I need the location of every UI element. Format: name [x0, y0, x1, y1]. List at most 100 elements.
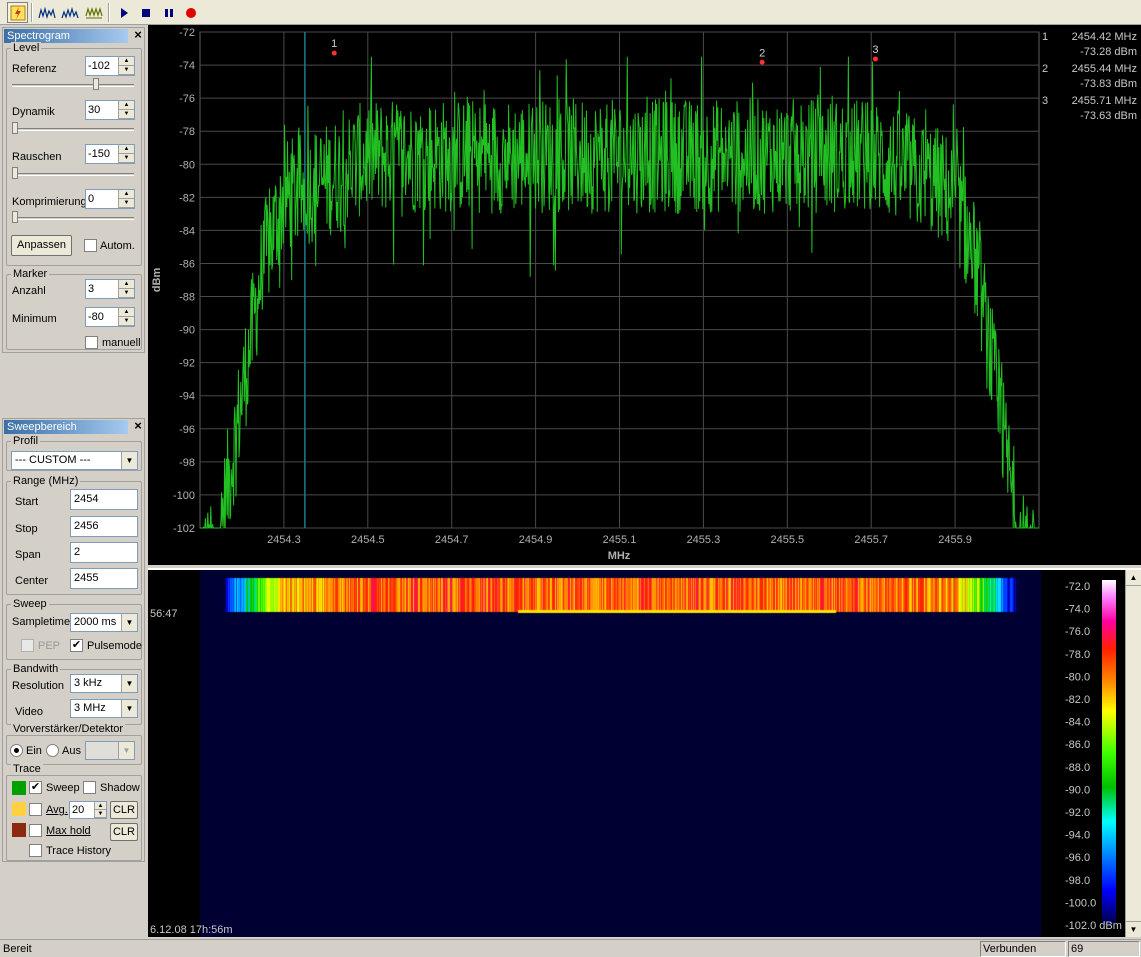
waterfall-panel: 56:47 6.12.08 17h:56m -72.0 -74.0 -76.0 -78…: [148, 568, 1141, 937]
autom-checkbox[interactable]: [84, 239, 97, 252]
dynamik-label: Dynamik: [12, 106, 55, 118]
scroll-up-icon[interactable]: ▲: [1126, 570, 1141, 586]
spin-down-icon[interactable]: ▼: [119, 199, 134, 208]
video-select[interactable]: 3 MHz ▼: [70, 699, 138, 718]
pause-icon[interactable]: [158, 2, 179, 23]
avg-clr-button[interactable]: CLR: [110, 801, 138, 819]
spectrum-chart[interactable]: -72 -74 -76 -78 -80 -82 -84 -86 -88 -90 -92 -94 -96 -…: [148, 25, 1041, 565]
spin-up-icon[interactable]: ▲: [119, 101, 134, 110]
spin-down-icon[interactable]: ▼: [119, 289, 134, 298]
aus-radio[interactable]: [46, 744, 59, 757]
sweep-mode-2-icon[interactable]: [59, 2, 80, 23]
scroll-down-icon[interactable]: ▼: [1126, 921, 1141, 937]
chevron-down-icon[interactable]: ▼: [121, 700, 137, 717]
sweep-color-swatch[interactable]: [12, 781, 26, 795]
close-icon[interactable]: ×: [132, 28, 144, 42]
avg-color-swatch[interactable]: [12, 802, 26, 816]
avg-checkbox[interactable]: [29, 803, 42, 816]
sweep-checkbox[interactable]: ✔: [29, 781, 42, 794]
connection-status: Verbunden: [980, 941, 1066, 957]
pep-checkbox[interactable]: [21, 639, 34, 652]
maxhold-clr-button[interactable]: CLR: [110, 823, 138, 841]
komprimierung-spinner[interactable]: 0 ▲ ▼: [85, 189, 135, 209]
colorbar-tick-label: -102.0 dBm: [1065, 920, 1122, 932]
marker-readout-row: 2 2455.44 MHz -73.83 dBm: [1041, 63, 1137, 93]
start-input[interactable]: 2454: [70, 489, 138, 510]
y-tick-label: -88: [179, 292, 195, 304]
x-axis-ticks: 2454.3 2454.5 2454.7 2454.9 2455.1 2455.3 2455…: [267, 534, 972, 546]
center-input[interactable]: 2455: [70, 568, 138, 589]
sweep-mode-3-icon[interactable]: [83, 2, 104, 23]
colorbar-tick-label: -90.0: [1065, 784, 1090, 796]
anzahl-spinner[interactable]: 3 ▲ ▼: [85, 279, 135, 299]
pulsemode-checkbox[interactable]: ✔: [70, 639, 83, 652]
ein-radio[interactable]: [10, 744, 23, 757]
pulsemode-label: Pulsemode: [87, 640, 143, 652]
spin-down-icon[interactable]: ▼: [119, 317, 134, 326]
aus-label: Aus: [62, 745, 81, 757]
slider-thumb[interactable]: [12, 211, 18, 223]
detector-select[interactable]: ▼: [85, 741, 135, 760]
chevron-down-icon[interactable]: ▼: [121, 452, 137, 469]
chevron-down-icon[interactable]: ▼: [121, 614, 137, 631]
rauschen-value: -150: [88, 148, 111, 160]
shadow-checkbox[interactable]: [83, 781, 96, 794]
slider-thumb[interactable]: [93, 78, 100, 90]
komprimierung-slider[interactable]: [12, 211, 134, 223]
rauschen-slider[interactable]: [12, 167, 134, 179]
resolution-select[interactable]: 3 kHz ▼: [70, 674, 138, 693]
sampletime-select[interactable]: 2000 ms ▼: [70, 613, 138, 632]
y-axis-label: dBm: [151, 268, 163, 293]
spin-down-icon[interactable]: ▼: [95, 810, 106, 818]
profil-select[interactable]: --- CUSTOM --- ▼: [11, 451, 138, 470]
spin-down-icon[interactable]: ▼: [119, 154, 134, 163]
record-icon[interactable]: [180, 2, 201, 23]
sweep-panel-title: Sweepbereich: [4, 420, 128, 434]
stop-input[interactable]: 2456: [70, 516, 138, 537]
spin-up-icon[interactable]: ▲: [95, 802, 106, 810]
anpassen-button[interactable]: Anpassen: [11, 235, 72, 256]
marker-index: 1: [1042, 31, 1049, 43]
colorbar-gradient: [1102, 580, 1116, 925]
spin-up-icon[interactable]: ▲: [119, 308, 134, 317]
maxhold-color-swatch[interactable]: [12, 823, 26, 837]
autom-label: Autom.: [100, 240, 135, 252]
slider-thumb[interactable]: [12, 167, 18, 179]
referenz-slider[interactable]: [12, 78, 134, 90]
marker-level: -73.83 dBm: [1080, 78, 1137, 90]
x-tick-label: 2455.7: [854, 534, 888, 546]
minimum-label: Minimum: [12, 313, 57, 325]
x-tick-label: 2454.3: [267, 534, 301, 546]
slider-thumb[interactable]: [12, 122, 18, 134]
waterfall-display[interactable]: [200, 570, 1041, 937]
status-bar: Bereit Verbunden 69: [0, 939, 1141, 957]
sweep-mode-1-icon[interactable]: [36, 2, 57, 23]
colorbar-tick-label: -100.0: [1065, 897, 1096, 909]
maxhold-checkbox[interactable]: [29, 824, 42, 837]
referenz-spinner[interactable]: -102 ▲ ▼: [85, 56, 135, 76]
spin-up-icon[interactable]: ▲: [119, 57, 134, 66]
rauschen-spinner[interactable]: -150 ▲ ▼: [85, 144, 135, 164]
span-input[interactable]: 2: [70, 542, 138, 563]
minimum-spinner[interactable]: -80 ▲ ▼: [85, 307, 135, 327]
anzahl-label: Anzahl: [12, 285, 46, 297]
chevron-down-icon[interactable]: ▼: [121, 675, 137, 692]
spin-down-icon[interactable]: ▼: [119, 66, 134, 75]
spin-down-icon[interactable]: ▼: [119, 110, 134, 119]
tracehistory-checkbox[interactable]: [29, 844, 42, 857]
play-icon[interactable]: [113, 2, 134, 23]
close-icon[interactable]: ×: [132, 419, 144, 433]
stop-icon[interactable]: [135, 2, 156, 23]
toolbar: [0, 0, 1141, 25]
spin-up-icon[interactable]: ▲: [119, 190, 134, 199]
manuell-checkbox[interactable]: [85, 336, 98, 349]
chevron-down-icon[interactable]: ▼: [118, 742, 134, 759]
lightning-icon[interactable]: [7, 2, 28, 23]
spectrogram-panel-title: Spectrogram: [4, 29, 128, 43]
spin-up-icon[interactable]: ▲: [119, 145, 134, 154]
dynamik-slider[interactable]: [12, 122, 134, 134]
vertical-scrollbar[interactable]: ▲ ▼: [1125, 570, 1141, 937]
spin-up-icon[interactable]: ▲: [119, 280, 134, 289]
dynamik-spinner[interactable]: 30 ▲ ▼: [85, 100, 135, 120]
avg-spinner[interactable]: 20 ▲ ▼: [69, 801, 107, 819]
